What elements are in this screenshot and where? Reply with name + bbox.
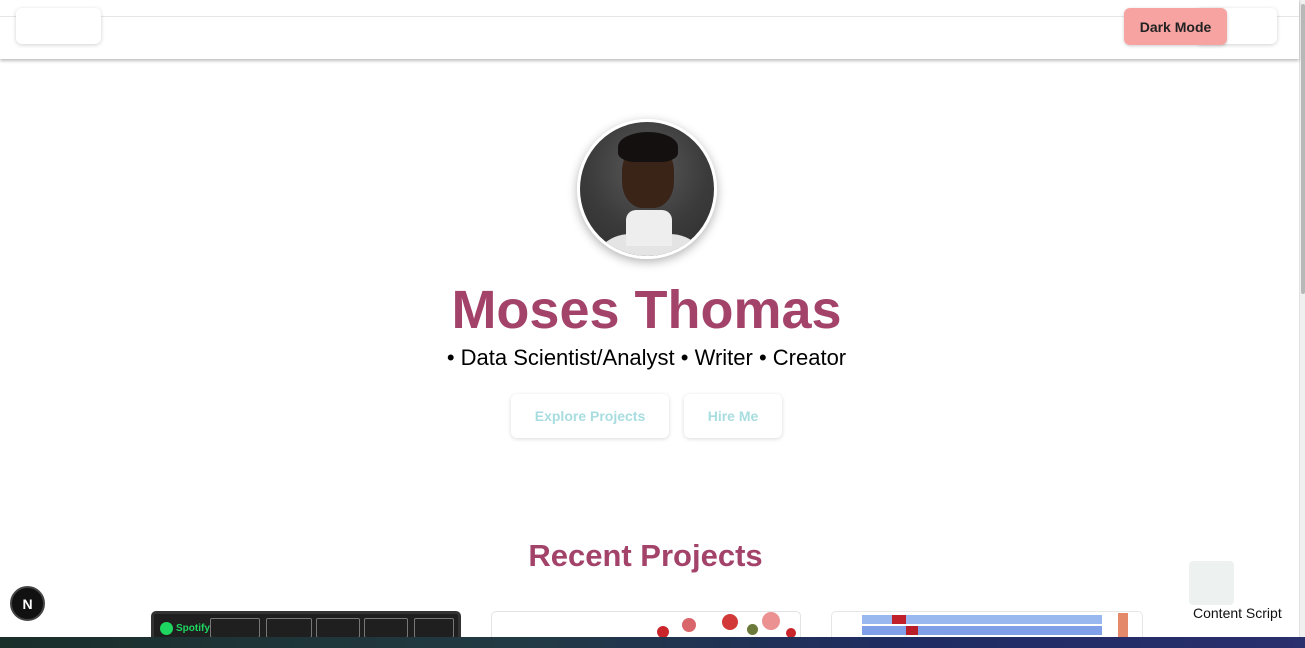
content-script-label: Content Script [1193, 605, 1282, 621]
nav-left-button[interactable] [16, 8, 101, 44]
profile-avatar [577, 119, 717, 259]
avatar-hair [618, 132, 678, 162]
heatmap-cell [906, 626, 918, 635]
spotify-icon [160, 621, 173, 635]
explore-projects-button[interactable]: Explore Projects [511, 394, 669, 438]
taskbar-strip [0, 637, 1305, 648]
hire-me-button[interactable]: Hire Me [684, 394, 782, 438]
spotify-logo-text: Spotify [176, 622, 210, 634]
avatar-turtleneck [626, 210, 672, 246]
dashboard-filter [266, 618, 312, 638]
virus-particle [682, 618, 696, 632]
virus-particle [762, 612, 780, 630]
profile-name: Moses Thomas [451, 280, 842, 340]
recent-projects-title: Recent Projects [528, 538, 763, 573]
virus-particle [747, 624, 758, 635]
heatmap-cell [892, 615, 906, 624]
virus-particle [722, 614, 738, 630]
nextjs-dev-badge[interactable]: N [10, 586, 45, 621]
scrollbar-thumb[interactable] [1301, 4, 1305, 294]
profile-tagline: • Data Scientist/Analyst • Writer • Crea… [446, 345, 847, 370]
dark-mode-button[interactable]: Dark Mode [1124, 8, 1227, 45]
dashboard-filter [364, 618, 408, 638]
top-divider [0, 16, 1299, 17]
dashboard-filter [316, 618, 360, 638]
page-scrollbar[interactable] [1299, 0, 1305, 640]
dashboard-kpis [414, 618, 454, 638]
top-nav-bar: Dark Mode [0, 0, 1299, 59]
content-script-icon[interactable] [1189, 561, 1234, 605]
spotify-logo: Spotify [160, 620, 210, 636]
dashboard-filter [210, 618, 260, 638]
heatmap-row [862, 626, 1102, 635]
